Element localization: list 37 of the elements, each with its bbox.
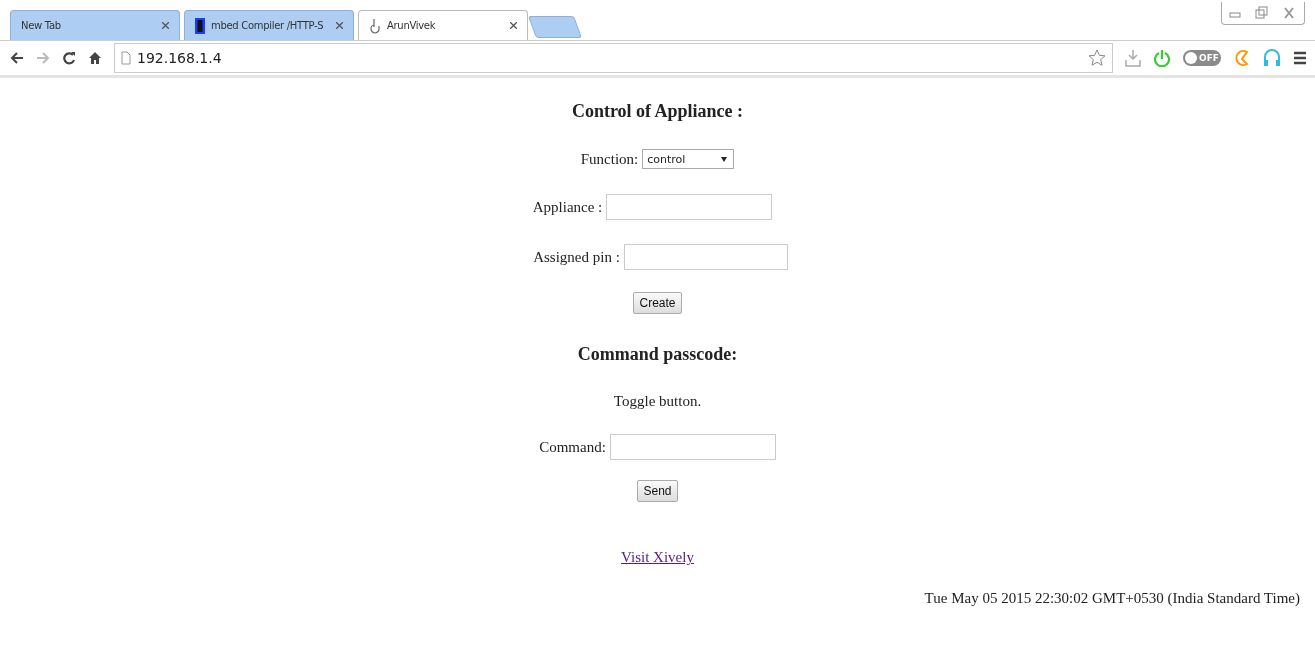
- new-tab-button[interactable]: [528, 16, 582, 38]
- star-icon[interactable]: [1088, 49, 1106, 67]
- function-dropdown[interactable]: control: [642, 149, 735, 169]
- hand-icon: [369, 17, 381, 34]
- instruction-text: Toggle button.: [613, 393, 702, 410]
- close-icon[interactable]: [510, 22, 517, 29]
- command-label: Command:: [539, 438, 606, 456]
- forward-icon[interactable]: [36, 51, 50, 65]
- section-heading: Command passcode:: [577, 344, 738, 365]
- function-label: Function:: [580, 150, 639, 168]
- close-icon[interactable]: [336, 22, 343, 29]
- pin-input[interactable]: [623, 244, 788, 270]
- pin-label: Assigned pin :: [533, 248, 620, 266]
- caret-icon: [721, 156, 728, 162]
- command-input[interactable]: [609, 434, 776, 460]
- menu-icon[interactable]: [1293, 51, 1307, 65]
- timestamp-text: Tue May 05 2015 22:30:02 GMT+0530 (India Standard Time): [924, 590, 1300, 607]
- reload-icon[interactable]: [62, 51, 76, 65]
- appliance-label: Appliance :: [532, 198, 603, 216]
- appliance-input[interactable]: [606, 194, 773, 220]
- browser-tab[interactable]: New Tab: [10, 10, 180, 40]
- chip-icon: [195, 17, 205, 34]
- section-heading: Control of Appliance :: [571, 101, 744, 122]
- send-button[interactable]: Send: [637, 480, 678, 502]
- close-icon[interactable]: [162, 22, 169, 29]
- headphones-icon[interactable]: [1263, 48, 1281, 68]
- home-icon[interactable]: [88, 51, 102, 65]
- pacman-icon[interactable]: [1233, 48, 1251, 68]
- xively-link[interactable]: Visit Xively: [621, 549, 694, 566]
- download-icon[interactable]: [1125, 49, 1141, 67]
- page-icon: [121, 51, 131, 65]
- power-icon[interactable]: [1153, 49, 1171, 67]
- address-bar[interactable]: 192.168.1.4: [114, 43, 1113, 73]
- create-button[interactable]: Create: [633, 292, 682, 314]
- browser-tab[interactable]: mbed Compiler /HTTP-S: [184, 10, 354, 40]
- back-icon[interactable]: [10, 51, 24, 65]
- browser-tab[interactable]: ArunVivek: [358, 10, 528, 40]
